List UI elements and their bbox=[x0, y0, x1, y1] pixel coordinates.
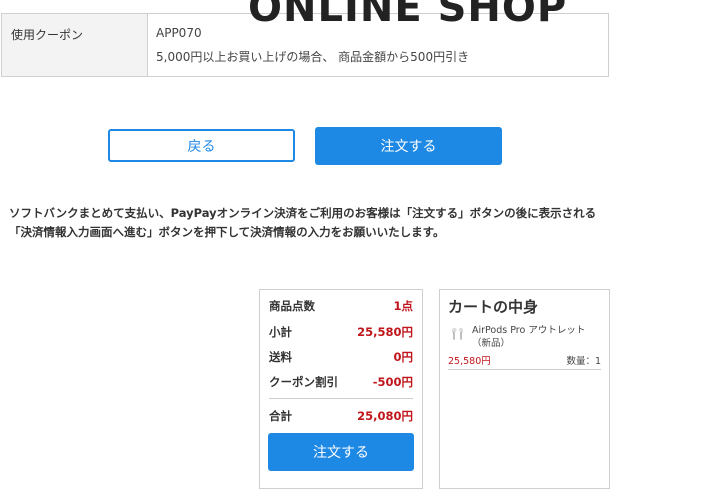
cart-item-quantity: 数量：1 bbox=[566, 356, 601, 367]
summary-row-subtotal: 小計 25,580円 bbox=[269, 324, 413, 340]
cart-panel: カートの中身 AirPods Pro アウトレット（新品） 25,580円 数量… bbox=[439, 289, 610, 489]
cart-title: カートの中身 bbox=[448, 298, 539, 316]
order-button[interactable]: 注文する bbox=[315, 127, 502, 165]
summary-label: 送料 bbox=[269, 350, 292, 364]
cart-item-price: 25,580円 bbox=[448, 356, 491, 367]
summary-value: 1点 bbox=[393, 299, 413, 313]
summary-label: クーポン割引 bbox=[269, 375, 338, 389]
coupon-label: 使用クーポン bbox=[2, 14, 148, 76]
coupon-description: 5,000円以上お買い上げの場合、 商品金額から500円引き bbox=[156, 50, 470, 64]
summary-value: -500円 bbox=[372, 375, 413, 389]
shop-logo[interactable]: ONLINE SHOP bbox=[248, 0, 567, 30]
summary-row-coupon-discount: クーポン割引 -500円 bbox=[269, 374, 413, 390]
summary-total-value: 25,080円 bbox=[357, 409, 413, 423]
summary-row-total: 合計 25,080円 bbox=[269, 408, 413, 424]
summary-total-label: 合計 bbox=[269, 409, 292, 423]
summary-value: 25,580円 bbox=[357, 325, 413, 339]
order-summary: 商品点数 1点 小計 25,580円 送料 0円 クーポン割引 -500円 合計… bbox=[259, 289, 423, 489]
back-button[interactable]: 戻る bbox=[108, 129, 295, 162]
notice-line-1: ソフトバンクまとめて支払い、PayPayオンライン決済をご利用のお客様は「注文す… bbox=[9, 206, 597, 220]
summary-label: 小計 bbox=[269, 325, 292, 339]
summary-order-button[interactable]: 注文する bbox=[268, 433, 414, 471]
notice-line-2: 「決済情報入力画面へ進む」ボタンを押下して決済情報の入力をお願いいたします。 bbox=[9, 225, 445, 239]
earbuds-icon bbox=[451, 326, 465, 340]
cart-item-name[interactable]: AirPods Pro アウトレット（新品） bbox=[472, 324, 602, 350]
summary-row-item-count: 商品点数 1点 bbox=[269, 298, 413, 314]
summary-divider bbox=[269, 398, 413, 399]
summary-value: 0円 bbox=[393, 350, 413, 364]
summary-row-shipping: 送料 0円 bbox=[269, 349, 413, 365]
payment-notice: ソフトバンクまとめて支払い、PayPayオンライン決済をご利用のお客様は「注文す… bbox=[9, 204, 689, 242]
summary-label: 商品点数 bbox=[269, 299, 315, 313]
cart-item-divider bbox=[448, 369, 601, 370]
